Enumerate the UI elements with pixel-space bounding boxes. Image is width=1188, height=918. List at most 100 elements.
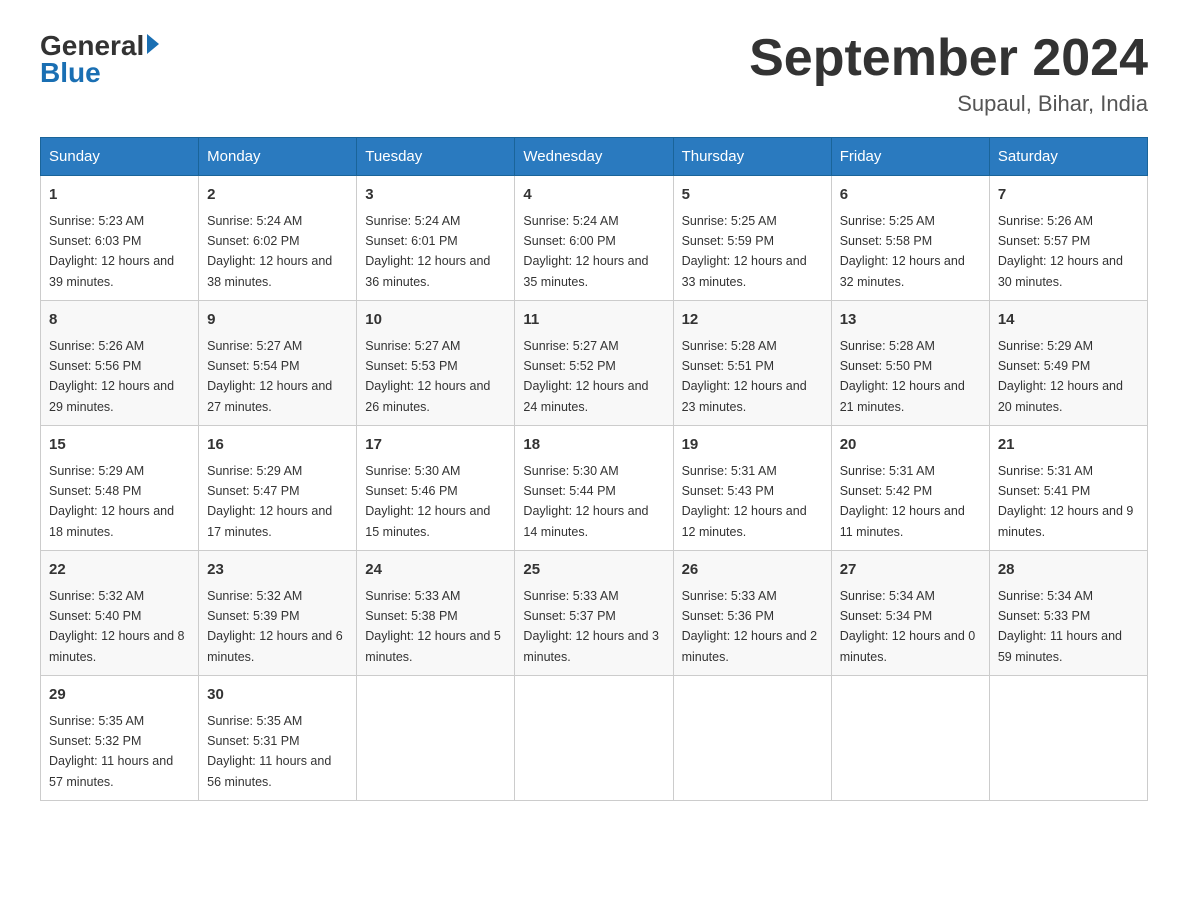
table-row: 23 Sunrise: 5:32 AMSunset: 5:39 PMDaylig… — [199, 551, 357, 676]
table-row: 12 Sunrise: 5:28 AMSunset: 5:51 PMDaylig… — [673, 301, 831, 426]
day-number: 23 — [207, 559, 348, 582]
table-row: 27 Sunrise: 5:34 AMSunset: 5:34 PMDaylig… — [831, 551, 989, 676]
logo-triangle-icon — [147, 34, 159, 54]
table-row: 8 Sunrise: 5:26 AMSunset: 5:56 PMDayligh… — [41, 301, 199, 426]
day-number: 19 — [682, 434, 823, 457]
logo-blue-text: Blue — [40, 57, 101, 89]
table-row: 26 Sunrise: 5:33 AMSunset: 5:36 PMDaylig… — [673, 551, 831, 676]
table-row: 20 Sunrise: 5:31 AMSunset: 5:42 PMDaylig… — [831, 426, 989, 551]
day-info: Sunrise: 5:32 AMSunset: 5:40 PMDaylight:… — [49, 589, 185, 664]
day-number: 2 — [207, 184, 348, 207]
page-header: General Blue September 2024 Supaul, Biha… — [40, 30, 1148, 117]
day-number: 3 — [365, 184, 506, 207]
table-row — [989, 676, 1147, 801]
header-thursday: Thursday — [673, 138, 831, 176]
day-number: 13 — [840, 309, 981, 332]
day-info: Sunrise: 5:27 AMSunset: 5:54 PMDaylight:… — [207, 339, 332, 414]
header-wednesday: Wednesday — [515, 138, 673, 176]
day-number: 10 — [365, 309, 506, 332]
table-row: 1 Sunrise: 5:23 AMSunset: 6:03 PMDayligh… — [41, 176, 199, 301]
table-row: 21 Sunrise: 5:31 AMSunset: 5:41 PMDaylig… — [989, 426, 1147, 551]
table-row: 15 Sunrise: 5:29 AMSunset: 5:48 PMDaylig… — [41, 426, 199, 551]
table-row — [673, 676, 831, 801]
day-info: Sunrise: 5:33 AMSunset: 5:36 PMDaylight:… — [682, 589, 818, 664]
day-info: Sunrise: 5:29 AMSunset: 5:47 PMDaylight:… — [207, 464, 332, 539]
table-row: 19 Sunrise: 5:31 AMSunset: 5:43 PMDaylig… — [673, 426, 831, 551]
table-row: 25 Sunrise: 5:33 AMSunset: 5:37 PMDaylig… — [515, 551, 673, 676]
title-section: September 2024 Supaul, Bihar, India — [749, 30, 1148, 117]
day-info: Sunrise: 5:28 AMSunset: 5:50 PMDaylight:… — [840, 339, 965, 414]
day-info: Sunrise: 5:30 AMSunset: 5:46 PMDaylight:… — [365, 464, 490, 539]
day-info: Sunrise: 5:35 AMSunset: 5:31 PMDaylight:… — [207, 714, 331, 789]
day-info: Sunrise: 5:29 AMSunset: 5:48 PMDaylight:… — [49, 464, 174, 539]
day-info: Sunrise: 5:30 AMSunset: 5:44 PMDaylight:… — [523, 464, 648, 539]
header-sunday: Sunday — [41, 138, 199, 176]
day-number: 4 — [523, 184, 664, 207]
day-number: 16 — [207, 434, 348, 457]
table-row: 6 Sunrise: 5:25 AMSunset: 5:58 PMDayligh… — [831, 176, 989, 301]
main-title: September 2024 — [749, 30, 1148, 87]
day-number: 22 — [49, 559, 190, 582]
header-saturday: Saturday — [989, 138, 1147, 176]
table-row — [357, 676, 515, 801]
header-tuesday: Tuesday — [357, 138, 515, 176]
day-info: Sunrise: 5:28 AMSunset: 5:51 PMDaylight:… — [682, 339, 807, 414]
day-info: Sunrise: 5:33 AMSunset: 5:38 PMDaylight:… — [365, 589, 501, 664]
header-monday: Monday — [199, 138, 357, 176]
table-row: 5 Sunrise: 5:25 AMSunset: 5:59 PMDayligh… — [673, 176, 831, 301]
day-info: Sunrise: 5:23 AMSunset: 6:03 PMDaylight:… — [49, 214, 174, 289]
day-number: 20 — [840, 434, 981, 457]
day-info: Sunrise: 5:25 AMSunset: 5:58 PMDaylight:… — [840, 214, 965, 289]
day-info: Sunrise: 5:34 AMSunset: 5:34 PMDaylight:… — [840, 589, 976, 664]
day-info: Sunrise: 5:26 AMSunset: 5:57 PMDaylight:… — [998, 214, 1123, 289]
day-number: 30 — [207, 684, 348, 707]
day-number: 28 — [998, 559, 1139, 582]
day-number: 17 — [365, 434, 506, 457]
calendar-week-row: 15 Sunrise: 5:29 AMSunset: 5:48 PMDaylig… — [41, 426, 1148, 551]
day-info: Sunrise: 5:29 AMSunset: 5:49 PMDaylight:… — [998, 339, 1123, 414]
table-row: 17 Sunrise: 5:30 AMSunset: 5:46 PMDaylig… — [357, 426, 515, 551]
day-info: Sunrise: 5:24 AMSunset: 6:01 PMDaylight:… — [365, 214, 490, 289]
day-info: Sunrise: 5:25 AMSunset: 5:59 PMDaylight:… — [682, 214, 807, 289]
table-row: 14 Sunrise: 5:29 AMSunset: 5:49 PMDaylig… — [989, 301, 1147, 426]
table-row: 22 Sunrise: 5:32 AMSunset: 5:40 PMDaylig… — [41, 551, 199, 676]
table-row: 18 Sunrise: 5:30 AMSunset: 5:44 PMDaylig… — [515, 426, 673, 551]
day-info: Sunrise: 5:27 AMSunset: 5:52 PMDaylight:… — [523, 339, 648, 414]
day-info: Sunrise: 5:32 AMSunset: 5:39 PMDaylight:… — [207, 589, 343, 664]
day-info: Sunrise: 5:31 AMSunset: 5:41 PMDaylight:… — [998, 464, 1134, 539]
day-number: 8 — [49, 309, 190, 332]
table-row: 24 Sunrise: 5:33 AMSunset: 5:38 PMDaylig… — [357, 551, 515, 676]
day-number: 26 — [682, 559, 823, 582]
calendar-table: Sunday Monday Tuesday Wednesday Thursday… — [40, 137, 1148, 801]
day-number: 11 — [523, 309, 664, 332]
day-info: Sunrise: 5:31 AMSunset: 5:42 PMDaylight:… — [840, 464, 965, 539]
header-friday: Friday — [831, 138, 989, 176]
table-row: 13 Sunrise: 5:28 AMSunset: 5:50 PMDaylig… — [831, 301, 989, 426]
day-number: 15 — [49, 434, 190, 457]
subtitle: Supaul, Bihar, India — [749, 91, 1148, 117]
day-info: Sunrise: 5:31 AMSunset: 5:43 PMDaylight:… — [682, 464, 807, 539]
table-row: 30 Sunrise: 5:35 AMSunset: 5:31 PMDaylig… — [199, 676, 357, 801]
table-row — [515, 676, 673, 801]
day-info: Sunrise: 5:24 AMSunset: 6:02 PMDaylight:… — [207, 214, 332, 289]
day-number: 6 — [840, 184, 981, 207]
table-row: 7 Sunrise: 5:26 AMSunset: 5:57 PMDayligh… — [989, 176, 1147, 301]
day-number: 27 — [840, 559, 981, 582]
calendar-week-row: 8 Sunrise: 5:26 AMSunset: 5:56 PMDayligh… — [41, 301, 1148, 426]
table-row: 2 Sunrise: 5:24 AMSunset: 6:02 PMDayligh… — [199, 176, 357, 301]
table-row: 9 Sunrise: 5:27 AMSunset: 5:54 PMDayligh… — [199, 301, 357, 426]
day-number: 18 — [523, 434, 664, 457]
table-row: 29 Sunrise: 5:35 AMSunset: 5:32 PMDaylig… — [41, 676, 199, 801]
day-number: 24 — [365, 559, 506, 582]
day-number: 7 — [998, 184, 1139, 207]
logo: General Blue — [40, 30, 159, 89]
day-number: 29 — [49, 684, 190, 707]
table-row: 3 Sunrise: 5:24 AMSunset: 6:01 PMDayligh… — [357, 176, 515, 301]
day-number: 25 — [523, 559, 664, 582]
table-row: 11 Sunrise: 5:27 AMSunset: 5:52 PMDaylig… — [515, 301, 673, 426]
day-number: 12 — [682, 309, 823, 332]
day-info: Sunrise: 5:33 AMSunset: 5:37 PMDaylight:… — [523, 589, 659, 664]
day-info: Sunrise: 5:26 AMSunset: 5:56 PMDaylight:… — [49, 339, 174, 414]
day-number: 21 — [998, 434, 1139, 457]
table-row: 4 Sunrise: 5:24 AMSunset: 6:00 PMDayligh… — [515, 176, 673, 301]
